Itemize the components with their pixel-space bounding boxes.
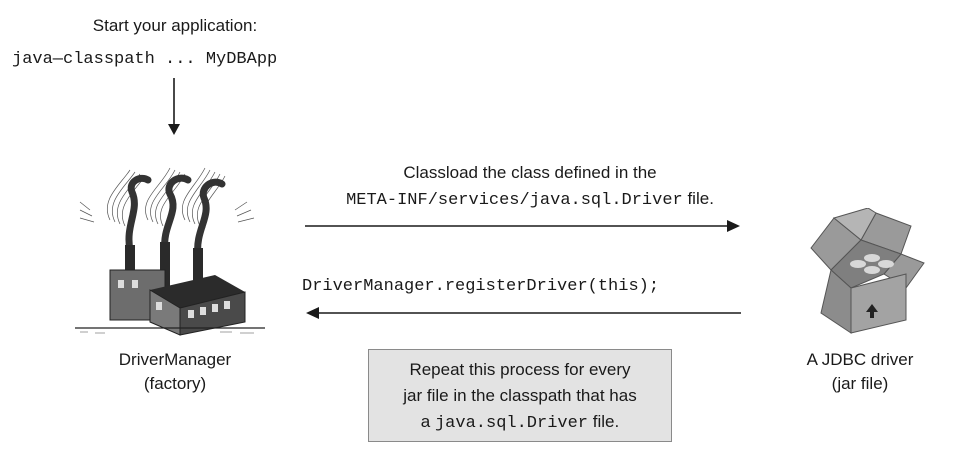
left-arrow bbox=[306, 307, 741, 319]
repeat-line2: jar file in the classpath that has bbox=[403, 386, 637, 405]
repeat-note: Repeat this process for every jar file i… bbox=[368, 349, 672, 442]
driver-manager-label: DriverManager (factory) bbox=[95, 348, 255, 396]
classload-message: Classload the class defined in the META-… bbox=[300, 160, 760, 214]
repeat-line3-code: java.sql.Driver bbox=[434, 414, 589, 433]
register-driver-call: DriverManager.registerDriver(this); bbox=[302, 277, 660, 296]
repeat-line3-prefix: a bbox=[420, 412, 435, 431]
driver-manager-role: (factory) bbox=[143, 374, 207, 393]
start-command: java—classpath ... MyDBApp bbox=[12, 50, 278, 69]
jdbc-driver-role: (jar file) bbox=[831, 374, 889, 393]
open-box-icon bbox=[810, 208, 925, 334]
classload-line2: META-INF/services/java.sql.Driver file. bbox=[300, 186, 760, 214]
right-arrow bbox=[305, 220, 740, 232]
classload-path: META-INF/services/java.sql.Driver bbox=[346, 191, 683, 210]
driver-manager-name: DriverManager bbox=[118, 350, 232, 369]
factory-icon bbox=[75, 167, 265, 336]
repeat-line3: a java.sql.Driver file. bbox=[377, 409, 663, 437]
classload-line1: Classload the class defined in the bbox=[403, 163, 657, 182]
jdbc-driver-name: A JDBC driver bbox=[806, 350, 914, 369]
classload-suffix: file. bbox=[682, 189, 714, 208]
repeat-line1: Repeat this process for every bbox=[409, 360, 631, 379]
down-arrow bbox=[168, 78, 180, 135]
start-title: Start your application: bbox=[92, 16, 258, 35]
jdbc-driver-label: A JDBC driver (jar file) bbox=[775, 348, 945, 396]
repeat-line3-suffix: file. bbox=[588, 412, 620, 431]
